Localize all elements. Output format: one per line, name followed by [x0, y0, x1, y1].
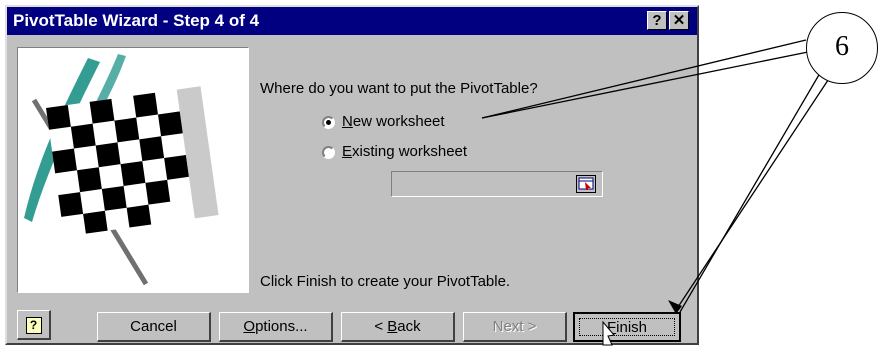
annotation-arrows	[481, 39, 841, 346]
callout-number: 6	[806, 12, 878, 84]
